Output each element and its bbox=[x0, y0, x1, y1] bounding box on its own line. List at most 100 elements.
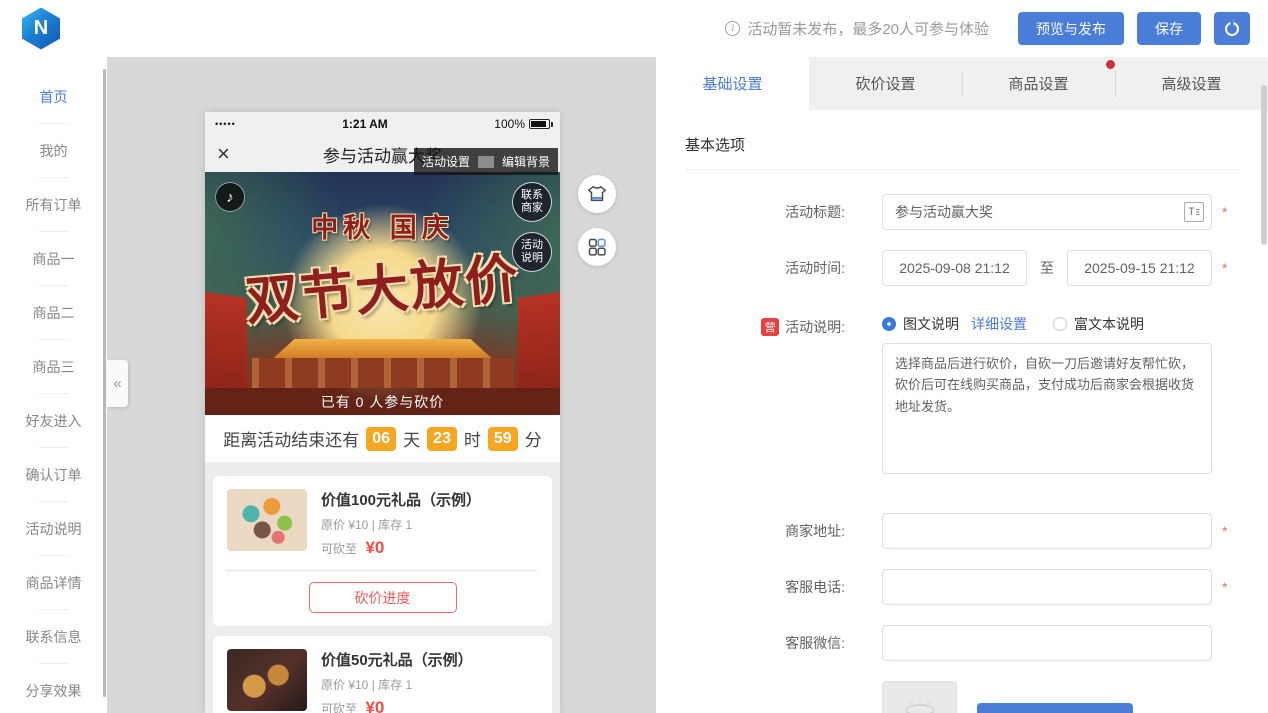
sidebar-item-confirm-order[interactable]: 确认订单 bbox=[0, 448, 107, 502]
preview-publish-button[interactable]: 预览与发布 bbox=[1018, 12, 1124, 45]
tab-product-settings[interactable]: 商品设置 bbox=[962, 57, 1115, 110]
components-grid-button[interactable] bbox=[578, 228, 616, 266]
battery-icon bbox=[529, 119, 550, 129]
service-wechat-input[interactable] bbox=[882, 625, 1212, 661]
activity-title-label: 活动标题: bbox=[685, 202, 845, 222]
sidebar-item-mine[interactable]: 我的 bbox=[0, 124, 107, 178]
activity-time-label: 活动时间: bbox=[685, 258, 845, 278]
signal-dots-icon: ••••• bbox=[215, 119, 236, 129]
contact-merchant-badge[interactable]: 联系商家 bbox=[512, 182, 552, 222]
countdown-days-unit: 天 bbox=[403, 426, 420, 451]
sidebar-item-share-effect[interactable]: 分享效果 bbox=[0, 664, 107, 713]
banner-gate-roof bbox=[273, 339, 493, 359]
countdown-hours-unit: 时 bbox=[464, 426, 481, 451]
countdown-minutes: 59 bbox=[488, 427, 518, 451]
battery-percent: 100% bbox=[494, 117, 525, 131]
cut-price-value: ¥0 bbox=[365, 538, 384, 557]
overlay-divider bbox=[478, 156, 494, 168]
preview-canvas: « ••••• 1:21 AM 100% × 参与活动赢大奖 活动设置 编辑背景 bbox=[107, 57, 656, 713]
product-image-mooncakes-color bbox=[227, 489, 307, 551]
activity-desc-label: 活动说明: bbox=[785, 317, 845, 337]
product-meta: 原价 ¥10 | 库存 1 bbox=[321, 676, 473, 693]
product-title: 价值50元礼品（示例） bbox=[321, 649, 473, 670]
activity-title-input[interactable] bbox=[882, 194, 1212, 230]
participants-count: 已有 0 人参与砍价 bbox=[205, 388, 560, 415]
countdown-hours: 23 bbox=[427, 427, 457, 451]
sidebar-item-home[interactable]: 首页 bbox=[0, 70, 107, 124]
publish-status-note: 活动暂未发布，最多20人可参与体验 bbox=[747, 18, 989, 39]
logo-letter: N bbox=[34, 17, 48, 40]
required-mark: * bbox=[1222, 523, 1227, 539]
product-image-mooncakes-dark bbox=[227, 649, 307, 711]
banner-gate-wall bbox=[252, 358, 514, 388]
notification-dot bbox=[1106, 60, 1115, 69]
activity-time-start-input[interactable] bbox=[882, 250, 1027, 286]
bottom-action-button[interactable] bbox=[977, 703, 1133, 713]
time-range-separator: 至 bbox=[1040, 258, 1054, 278]
settings-tabs: 基础设置 砍价设置 商品设置 高级设置 bbox=[656, 57, 1268, 110]
basic-settings-form: 基本选项 活动标题: * bbox=[656, 110, 1268, 713]
merchant-address-label: 商家地址: bbox=[685, 521, 845, 541]
activity-desc-badge[interactable]: 活动说明 bbox=[512, 232, 552, 272]
sidebar-item-friend-entry[interactable]: 好友进入 bbox=[0, 394, 107, 448]
service-phone-label: 客服电话: bbox=[685, 577, 845, 597]
tab-basic-settings[interactable]: 基础设置 bbox=[656, 57, 809, 110]
phone-preview: ••••• 1:21 AM 100% × 参与活动赢大奖 活动设置 编辑背景 bbox=[205, 112, 560, 713]
sidebar-item-contact-info[interactable]: 联系信息 bbox=[0, 610, 107, 664]
edit-background-button[interactable]: 编辑背景 bbox=[494, 153, 558, 170]
phone-status-bar: ••••• 1:21 AM 100% bbox=[205, 112, 560, 136]
music-icon[interactable]: ♪ bbox=[215, 182, 245, 212]
marketing-badge: 营 bbox=[761, 318, 779, 336]
product-meta: 原价 ¥10 | 库存 1 bbox=[321, 516, 481, 533]
text-template-icon[interactable] bbox=[1184, 202, 1204, 222]
theme-skin-button[interactable] bbox=[578, 175, 616, 213]
radio-image-text[interactable] bbox=[882, 317, 896, 331]
card-divider bbox=[227, 570, 538, 571]
status-time: 1:21 AM bbox=[236, 117, 495, 131]
merchant-address-input[interactable] bbox=[882, 513, 1212, 549]
cut-price-label: 可砍至 bbox=[321, 542, 357, 556]
activity-time-end-input[interactable] bbox=[1067, 250, 1212, 286]
app-logo[interactable]: N bbox=[22, 8, 60, 50]
close-icon[interactable]: × bbox=[217, 143, 247, 165]
countdown-bar: 距离活动结束还有 06 天 23 时 59 分 bbox=[205, 415, 560, 462]
product-card-1: 价值100元礼品（示例） 原价 ¥10 | 库存 1 可砍至 ¥0 砍价进度 bbox=[213, 476, 552, 626]
product-card-2: 价值50元礼品（示例） 原价 ¥10 | 库存 1 可砍至 ¥0 bbox=[213, 636, 552, 713]
tab-bargain-settings[interactable]: 砍价设置 bbox=[809, 57, 962, 110]
sidebar-item-product-2[interactable]: 商品二 bbox=[0, 286, 107, 340]
service-wechat-label: 客服微信: bbox=[685, 633, 845, 653]
sidebar-item-activity-desc[interactable]: 活动说明 bbox=[0, 502, 107, 556]
required-mark: * bbox=[1222, 579, 1227, 595]
tab-advanced-settings[interactable]: 高级设置 bbox=[1115, 57, 1268, 110]
grid-icon bbox=[587, 237, 607, 257]
service-phone-input[interactable] bbox=[882, 569, 1212, 605]
power-button[interactable] bbox=[1214, 12, 1250, 45]
radio-rich-text[interactable] bbox=[1053, 317, 1067, 331]
countdown-prefix: 距离活动结束还有 bbox=[223, 426, 359, 451]
product-title: 价值100元礼品（示例） bbox=[321, 489, 481, 510]
activity-setting-button[interactable]: 活动设置 bbox=[414, 153, 478, 170]
sidebar-scrollbar[interactable] bbox=[103, 69, 106, 697]
top-header: N i 活动暂未发布，最多20人可参与体验 预览与发布 保存 bbox=[0, 0, 1268, 57]
cut-price-value: ¥0 bbox=[365, 698, 384, 713]
bargain-progress-button[interactable]: 砍价进度 bbox=[309, 582, 457, 613]
save-button[interactable]: 保存 bbox=[1137, 12, 1201, 45]
activity-banner[interactable]: 中秋 国庆 双节大放价 ♪ 联系商家 活动说明 已有 0 人参与砍价 bbox=[205, 172, 560, 415]
required-mark: * bbox=[1222, 204, 1227, 220]
sidebar-item-product-detail[interactable]: 商品详情 bbox=[0, 556, 107, 610]
section-title: 基本选项 bbox=[685, 134, 1240, 170]
settings-scrollbar[interactable] bbox=[1261, 85, 1267, 245]
sidebar-item-product-1[interactable]: 商品一 bbox=[0, 232, 107, 286]
detail-settings-link[interactable]: 详细设置 bbox=[971, 314, 1027, 334]
page-nav-sidebar: 首页 我的 所有订单 商品一 商品二 商品三 好友进入 确认订单 活动说明 商品… bbox=[0, 57, 107, 713]
info-icon: i bbox=[725, 21, 740, 36]
sidebar-collapse-button[interactable]: « bbox=[107, 360, 128, 407]
sidebar-item-product-3[interactable]: 商品三 bbox=[0, 340, 107, 394]
radio-image-text-label: 图文说明 bbox=[903, 314, 959, 334]
sidebar-item-all-orders[interactable]: 所有订单 bbox=[0, 178, 107, 232]
activity-desc-textarea[interactable]: 选择商品后进行砍价，自砍一刀后邀请好友帮忙砍，砍价后可在线购买商品，支付成功后商… bbox=[882, 343, 1212, 474]
power-icon bbox=[1225, 22, 1239, 36]
banner-headline-2: 双节大放价 bbox=[205, 233, 560, 340]
countdown-minutes-unit: 分 bbox=[525, 426, 542, 451]
image-placeholder[interactable] bbox=[882, 681, 957, 713]
